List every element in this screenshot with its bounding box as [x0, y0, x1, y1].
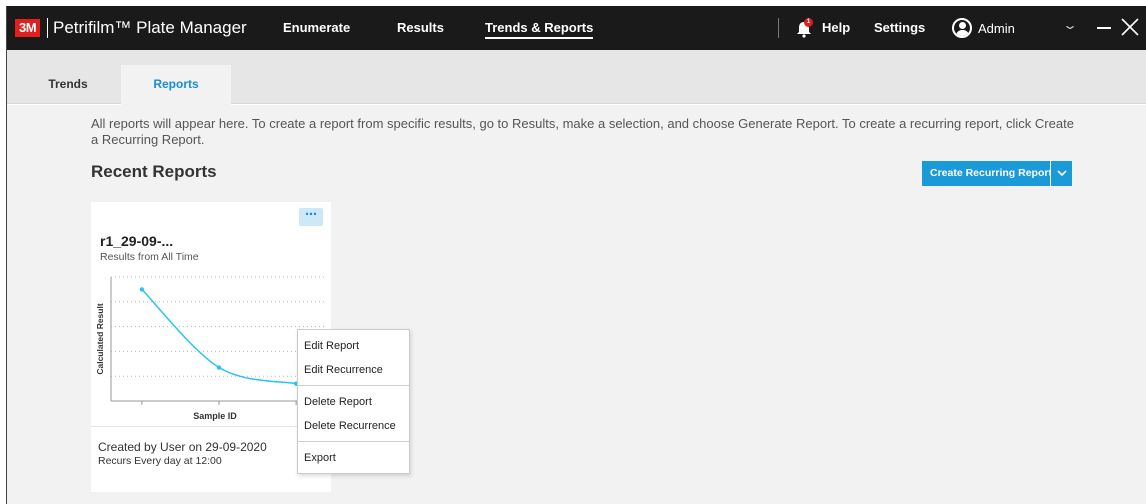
menu-group: Delete Report Delete Recurrence — [298, 386, 409, 442]
minimize-icon[interactable] — [1097, 27, 1111, 29]
created-text: Created by User on 29-09-2020 — [98, 440, 267, 454]
app-title: Petrifilm™ Plate Manager — [53, 18, 247, 37]
menu-item-edit-report[interactable]: Edit Report — [298, 334, 409, 358]
nav-results[interactable]: Results — [397, 20, 444, 35]
section-title: Recent Reports — [91, 162, 217, 181]
settings-link[interactable]: Settings — [874, 20, 925, 35]
menu-item-delete-recurrence[interactable]: Delete Recurrence — [298, 414, 409, 438]
chevron-down-icon[interactable]: ⌄ — [1062, 18, 1078, 32]
user-avatar-icon[interactable] — [952, 18, 972, 38]
notification-badge: 1 — [804, 18, 813, 27]
menu-group: Edit Report Edit Recurrence — [298, 330, 409, 386]
report-subtitle: Results from All Time — [100, 251, 199, 263]
logo-divider — [47, 18, 48, 38]
create-recurring-report-button[interactable]: Create Recurring Report — [922, 161, 1060, 186]
report-chart: Sample ID Calculated Result — [95, 276, 327, 421]
header-divider — [778, 18, 779, 38]
report-title: r1_29-09-... — [100, 233, 174, 249]
reports-content: All reports will appear here. To create … — [7, 105, 1146, 504]
menu-group: Export — [298, 442, 409, 473]
report-card[interactable]: ⋯ r1_29-09-... Results from All Time Sam… — [91, 202, 331, 492]
help-link[interactable]: Help — [822, 20, 850, 35]
tab-trends[interactable]: Trends — [23, 65, 113, 104]
tab-bar: Trends Reports — [7, 65, 1146, 105]
x-axis-label: Sample ID — [193, 411, 237, 421]
nav-trends-reports[interactable]: Trends & Reports — [485, 20, 594, 39]
title-bar: 3M Petrifilm™ Plate Manager Enumerate Re… — [7, 6, 1146, 50]
data-point — [139, 287, 145, 292]
app-window: 3M Petrifilm™ Plate Manager Enumerate Re… — [6, 6, 1146, 504]
user-name[interactable]: Admin — [978, 21, 1015, 36]
chevron-down-icon — [1057, 170, 1067, 177]
menu-item-edit-recurrence[interactable]: Edit Recurrence — [298, 358, 409, 382]
close-icon[interactable] — [1119, 16, 1141, 38]
y-axis-label: Calculated Result — [95, 303, 105, 374]
menu-item-export[interactable]: Export — [298, 446, 409, 470]
nav-enumerate[interactable]: Enumerate — [283, 20, 350, 35]
menu-item-delete-report[interactable]: Delete Report — [298, 390, 409, 414]
recurs-text: Recurs Every day at 12:00 — [98, 455, 222, 467]
create-options-dropdown[interactable] — [1050, 161, 1072, 186]
intro-text: All reports will appear here. To create … — [91, 116, 1074, 147]
report-options-menu: Edit Report Edit Recurrence Delete Report D… — [297, 329, 410, 474]
tab-reports[interactable]: Reports — [121, 65, 231, 105]
more-options-button[interactable]: ⋯ — [299, 208, 323, 226]
brand-logo: 3M — [15, 19, 41, 37]
report-footer: Created by User on 29-09-2020 Recurs Eve… — [91, 426, 331, 492]
data-point — [216, 365, 222, 370]
